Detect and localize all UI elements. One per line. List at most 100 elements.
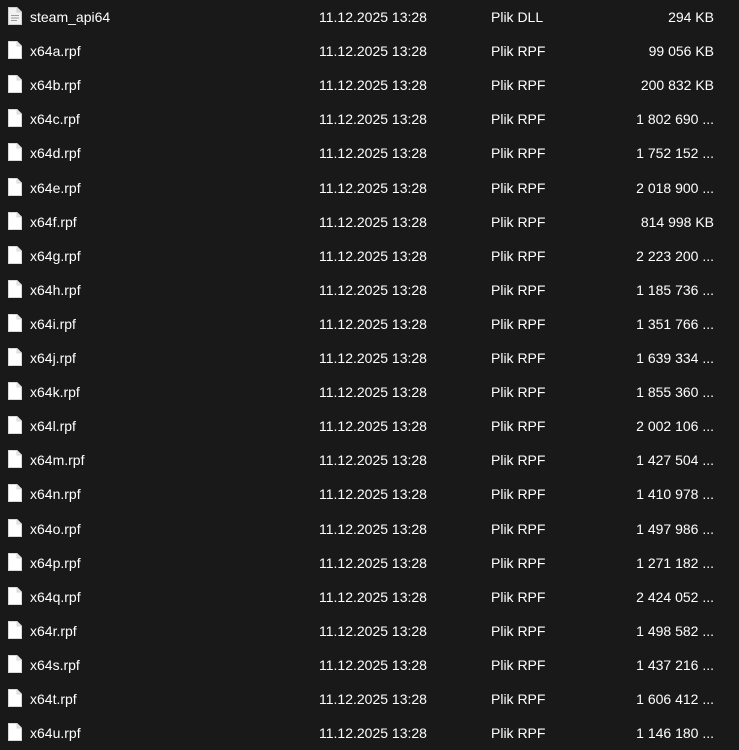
file-date: 11.12.2025 13:28 xyxy=(319,384,427,401)
file-date: 11.12.2025 13:28 xyxy=(319,691,427,707)
file-name: x64f.rpf xyxy=(30,213,77,230)
file-name: x64k.rpf xyxy=(30,384,80,401)
file-row[interactable]: x64t.rpf 11.12.2025 13:28 Plik RPF 1 606… xyxy=(0,682,739,716)
file-row[interactable]: x64d.rpf 11.12.2025 13:28 Plik RPF 1 752… xyxy=(0,136,739,170)
file-type: Plik RPF xyxy=(491,486,546,503)
file-date: 11.12.2025 13:28 xyxy=(319,486,427,503)
file-icon xyxy=(8,416,22,435)
file-type: Plik DLL xyxy=(491,9,544,25)
file-type: Plik RPF xyxy=(491,622,546,639)
file-icon xyxy=(8,313,22,332)
file-size: 200 832 KB xyxy=(640,77,714,94)
file-row[interactable]: x64a.rpf 11.12.2025 13:28 Plik RPF 99 05… xyxy=(0,34,739,68)
file-size: 1 498 582 ... xyxy=(636,622,714,639)
file-type: Plik RPF xyxy=(491,213,546,230)
dll-file-icon xyxy=(8,7,22,25)
file-row[interactable]: steam_api64 11.12.2025 13:28 Plik DLL 29… xyxy=(0,0,739,34)
file-size: 99 056 KB xyxy=(648,43,714,60)
file-icon xyxy=(8,245,22,264)
file-name: x64i.rpf xyxy=(30,315,76,332)
file-icon xyxy=(8,518,22,537)
file-size: 1 271 182 ... xyxy=(636,554,714,571)
file-row[interactable]: x64b.rpf 11.12.2025 13:28 Plik RPF 200 8… xyxy=(0,68,739,102)
file-date: 11.12.2025 13:28 xyxy=(319,622,427,639)
file-icon xyxy=(8,689,22,707)
file-size: 1 802 690 ... xyxy=(636,111,714,128)
file-size: 294 KB xyxy=(668,9,714,25)
file-date: 11.12.2025 13:28 xyxy=(319,247,427,264)
file-row[interactable]: x64n.rpf 11.12.2025 13:28 Plik RPF 1 410… xyxy=(0,477,739,511)
file-icon xyxy=(8,723,22,742)
file-row[interactable]: x64o.rpf 11.12.2025 13:28 Plik RPF 1 497… xyxy=(0,512,739,546)
file-name: x64l.rpf xyxy=(30,418,76,435)
file-size: 1 427 504 ... xyxy=(636,452,714,469)
file-type: Plik RPF xyxy=(491,452,546,469)
file-icon xyxy=(8,382,22,401)
file-icon xyxy=(8,41,22,60)
file-row[interactable]: x64r.rpf 11.12.2025 13:28 Plik RPF 1 498… xyxy=(0,614,739,648)
file-type: Plik RPF xyxy=(491,588,546,605)
file-date: 11.12.2025 13:28 xyxy=(319,281,427,298)
file-type: Plik RPF xyxy=(491,656,546,673)
file-row[interactable]: x64p.rpf 11.12.2025 13:28 Plik RPF 1 271… xyxy=(0,546,739,580)
file-list: steam_api64 11.12.2025 13:28 Plik DLL 29… xyxy=(0,0,739,750)
file-date: 11.12.2025 13:28 xyxy=(319,656,427,673)
file-date: 11.12.2025 13:28 xyxy=(319,9,427,25)
file-size: 1 410 978 ... xyxy=(636,486,714,503)
file-size: 1 437 216 ... xyxy=(636,656,714,673)
file-row[interactable]: x64l.rpf 11.12.2025 13:28 Plik RPF 2 002… xyxy=(0,409,739,443)
file-row[interactable]: x64m.rpf 11.12.2025 13:28 Plik RPF 1 427… xyxy=(0,443,739,477)
file-size: 2 002 106 ... xyxy=(636,418,714,435)
file-date: 11.12.2025 13:28 xyxy=(319,418,427,435)
file-type: Plik RPF xyxy=(491,691,546,707)
file-name: steam_api64 xyxy=(30,9,111,25)
file-row[interactable]: x64g.rpf 11.12.2025 13:28 Plik RPF 2 223… xyxy=(0,239,739,273)
file-icon xyxy=(8,211,22,230)
file-type: Plik RPF xyxy=(491,179,546,196)
file-icon xyxy=(8,586,22,605)
file-size: 1 185 736 ... xyxy=(636,281,714,298)
file-name: x64t.rpf xyxy=(30,691,77,707)
file-icon xyxy=(8,143,22,162)
file-type: Plik RPF xyxy=(491,145,546,162)
file-type: Plik RPF xyxy=(491,281,546,298)
file-date: 11.12.2025 13:28 xyxy=(319,554,427,571)
file-row[interactable]: x64u.rpf 11.12.2025 13:28 Plik RPF 1 146… xyxy=(0,716,739,750)
file-type: Plik RPF xyxy=(491,384,546,401)
file-date: 11.12.2025 13:28 xyxy=(319,145,427,162)
file-row[interactable]: x64h.rpf 11.12.2025 13:28 Plik RPF 1 185… xyxy=(0,273,739,307)
file-name: x64a.rpf xyxy=(30,43,81,60)
file-row[interactable]: x64e.rpf 11.12.2025 13:28 Plik RPF 2 018… xyxy=(0,171,739,205)
file-row[interactable]: x64k.rpf 11.12.2025 13:28 Plik RPF 1 855… xyxy=(0,375,739,409)
file-size: 1 855 360 ... xyxy=(636,384,714,401)
file-size: 814 998 KB xyxy=(640,213,714,230)
file-name: x64b.rpf xyxy=(30,77,81,94)
file-icon xyxy=(8,279,22,298)
file-name: x64s.rpf xyxy=(30,656,80,673)
file-size: 2 223 200 ... xyxy=(636,247,714,264)
file-date: 11.12.2025 13:28 xyxy=(319,213,427,230)
file-row[interactable]: x64j.rpf 11.12.2025 13:28 Plik RPF 1 639… xyxy=(0,341,739,375)
file-icon xyxy=(8,450,22,469)
file-row[interactable]: x64c.rpf 11.12.2025 13:28 Plik RPF 1 802… xyxy=(0,102,739,136)
file-size: 1 606 412 ... xyxy=(636,691,714,707)
file-date: 11.12.2025 13:28 xyxy=(319,350,427,366)
file-type: Plik RPF xyxy=(491,77,546,94)
file-size: 1 752 152 ... xyxy=(636,145,714,162)
file-type: Plik RPF xyxy=(491,350,546,366)
file-date: 11.12.2025 13:28 xyxy=(319,520,427,537)
file-row[interactable]: x64f.rpf 11.12.2025 13:28 Plik RPF 814 9… xyxy=(0,205,739,239)
file-row[interactable]: x64s.rpf 11.12.2025 13:28 Plik RPF 1 437… xyxy=(0,648,739,682)
file-icon xyxy=(8,177,22,196)
file-type: Plik RPF xyxy=(491,418,546,435)
file-name: x64h.rpf xyxy=(30,281,81,298)
file-date: 11.12.2025 13:28 xyxy=(319,588,427,605)
file-icon xyxy=(8,348,22,366)
file-type: Plik RPF xyxy=(491,520,546,537)
file-type: Plik RPF xyxy=(491,43,546,60)
file-row[interactable]: x64i.rpf 11.12.2025 13:28 Plik RPF 1 351… xyxy=(0,307,739,341)
file-name: x64g.rpf xyxy=(30,247,81,264)
file-row[interactable]: x64q.rpf 11.12.2025 13:28 Plik RPF 2 424… xyxy=(0,580,739,614)
file-name: x64d.rpf xyxy=(30,145,81,162)
file-name: x64m.rpf xyxy=(30,452,85,469)
